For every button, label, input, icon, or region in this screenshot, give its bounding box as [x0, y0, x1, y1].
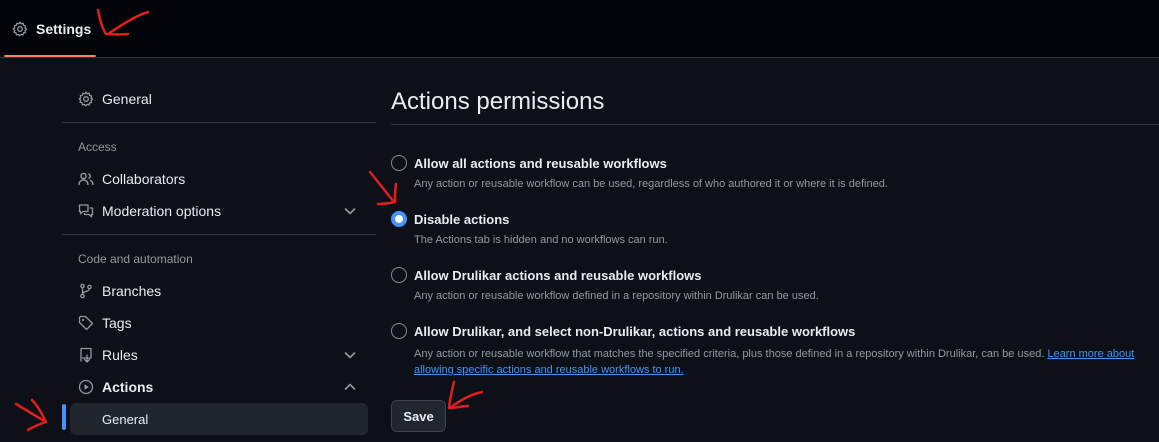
option-label[interactable]: Allow Drulikar, and select non-Drulikar,… [414, 324, 855, 339]
save-button[interactable]: Save [391, 400, 446, 432]
sidebar-item-rules[interactable]: Rules [70, 339, 368, 371]
section-header-code-automation: Code and automation [78, 252, 193, 266]
git-branch-icon [78, 283, 94, 299]
settings-sidebar: General Access Collaborators Moderation … [62, 58, 376, 442]
sidebar-divider [62, 122, 376, 123]
comment-discussion-icon [78, 203, 94, 219]
section-header-access: Access [78, 140, 117, 154]
option-description: Any action or reusable workflow that mat… [414, 346, 1144, 378]
people-icon [78, 171, 94, 187]
page-title: Actions permissions [391, 88, 605, 115]
option-description: Any action or reusable workflow can be u… [414, 178, 888, 190]
tab-settings[interactable]: Settings [4, 0, 96, 58]
option-label[interactable]: Allow Drulikar actions and reusable work… [414, 268, 702, 283]
sidebar-item-moderation-options[interactable]: Moderation options [70, 195, 368, 227]
sidebar-item-label: General [102, 411, 149, 427]
radio-allow-all[interactable] [391, 155, 407, 171]
radio-allow-org[interactable] [391, 267, 407, 283]
option-description-text: Any action or reusable workflow that mat… [414, 348, 1045, 360]
sidebar-item-label: Branches [102, 283, 162, 299]
sidebar-item-label: Moderation options [102, 203, 222, 219]
radio-disable-actions[interactable] [391, 211, 407, 227]
option-label[interactable]: Disable actions [414, 212, 509, 227]
chevron-down-icon[interactable] [342, 203, 358, 219]
annotation-arrow-icon [14, 398, 48, 432]
sidebar-item-label: Rules [102, 347, 138, 363]
option-description: The Actions tab is hidden and no workflo… [414, 234, 668, 246]
sidebar-item-actions[interactable]: Actions [70, 371, 368, 403]
gear-icon [78, 91, 94, 107]
main-content: Actions permissions Allow all actions an… [391, 58, 1159, 442]
sidebar-item-actions-general[interactable]: General [70, 403, 368, 435]
gear-icon [12, 21, 28, 37]
active-indicator [62, 404, 66, 430]
chevron-down-icon[interactable] [342, 347, 358, 363]
sidebar-item-tags[interactable]: Tags [70, 307, 368, 339]
chevron-up-icon[interactable] [342, 379, 358, 395]
sidebar-item-label: Actions [102, 379, 154, 395]
option-label[interactable]: Allow all actions and reusable workflows [414, 156, 667, 171]
tag-icon [78, 315, 94, 331]
sidebar-item-label: Tags [102, 315, 132, 331]
repo-push-icon [78, 347, 94, 363]
sidebar-item-general[interactable]: General [70, 83, 368, 115]
sidebar-item-label: General [102, 91, 152, 107]
sidebar-item-collaborators[interactable]: Collaborators [70, 163, 368, 195]
option-description: Any action or reusable workflow defined … [414, 290, 819, 302]
tab-active-underline [4, 55, 96, 57]
play-icon [78, 379, 94, 395]
radio-allow-select[interactable] [391, 323, 407, 339]
tab-settings-label: Settings [36, 21, 92, 37]
sidebar-item-branches[interactable]: Branches [70, 275, 368, 307]
sidebar-divider [62, 234, 376, 235]
top-bar: Settings [0, 0, 1159, 58]
title-divider [391, 124, 1159, 125]
sidebar-item-label: Collaborators [102, 171, 186, 187]
